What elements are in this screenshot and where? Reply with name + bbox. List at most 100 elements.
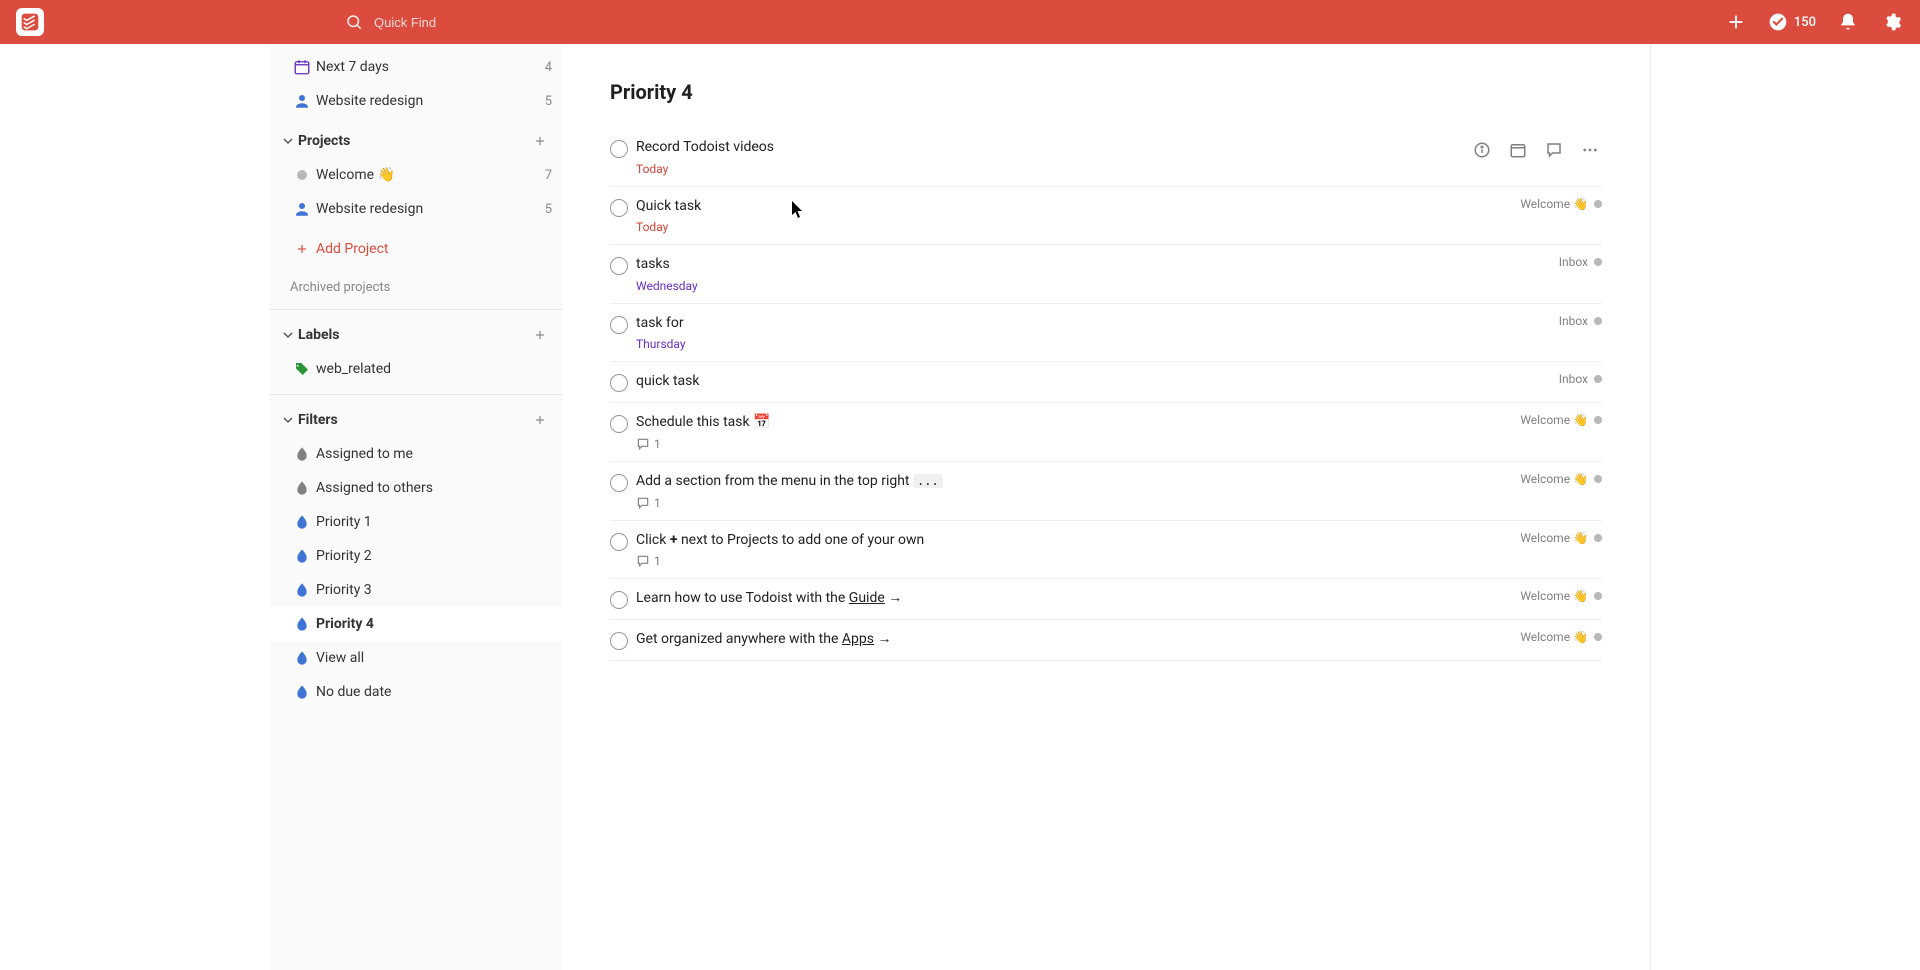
plus-icon	[288, 242, 316, 256]
task-row[interactable]: Get organized anywhere with the Apps →We…	[610, 620, 1602, 661]
task-more-icon[interactable]	[1578, 138, 1602, 162]
task-comment-count[interactable]: 1	[636, 496, 661, 510]
add-section-icon[interactable]	[528, 134, 552, 148]
task-row[interactable]: Schedule this task 📅1Welcome 👋	[610, 403, 1602, 462]
task-project-label[interactable]: Welcome 👋	[1520, 589, 1602, 603]
sidebar-project-welcome[interactable]: Welcome 👋 7	[270, 158, 562, 192]
task-row[interactable]: Quick taskTodayWelcome 👋	[610, 187, 1602, 246]
task-project-label[interactable]: Welcome 👋	[1520, 630, 1602, 644]
add-section-icon[interactable]	[528, 413, 552, 427]
code-chip: ...	[913, 474, 943, 488]
search-input[interactable]	[372, 14, 672, 31]
sidebar-item-label: Welcome 👋	[316, 167, 545, 183]
filter-drop-icon	[288, 446, 316, 462]
guide-link[interactable]: Guide	[849, 590, 885, 606]
task-due-date: Today	[636, 162, 668, 176]
sidebar-section-label: Projects	[298, 133, 528, 149]
task-project-label[interactable]: Welcome 👋	[1520, 531, 1602, 545]
sidebar-filter-priority-4[interactable]: Priority 4	[270, 607, 562, 641]
chevron-down-icon	[280, 330, 296, 340]
task-checkbox[interactable]	[610, 474, 628, 492]
sidebar-label-web-related[interactable]: web_related	[270, 352, 562, 386]
filter-drop-icon	[288, 548, 316, 564]
task-checkbox[interactable]	[610, 199, 628, 217]
sidebar-section-labels[interactable]: Labels	[270, 318, 562, 352]
sidebar-filter-priority-1[interactable]: Priority 1	[270, 505, 562, 539]
sidebar-item-count: 4	[545, 60, 552, 75]
task-comment-count[interactable]: 1	[636, 554, 661, 568]
sidebar-item-label: Priority 1	[316, 514, 552, 530]
todoist-logo-icon	[20, 12, 40, 32]
karma-button[interactable]: 150	[1768, 12, 1816, 32]
sidebar-filter-assigned-to-others[interactable]: Assigned to others	[270, 471, 562, 505]
add-project-button[interactable]: Add Project	[270, 232, 562, 266]
page-title: Priority 4	[610, 80, 1602, 104]
sidebar-item-label: Next 7 days	[316, 59, 545, 75]
task-comment-icon[interactable]	[1542, 138, 1566, 162]
shared-project-icon	[288, 92, 316, 110]
sidebar-filter-view-all[interactable]: View all	[270, 641, 562, 675]
sidebar-item-label: web_related	[316, 361, 552, 377]
task-title: task for	[636, 314, 1547, 334]
task-checkbox[interactable]	[610, 632, 628, 650]
task-info-icon[interactable]	[1470, 138, 1494, 162]
task-project-label[interactable]: Inbox	[1559, 372, 1602, 386]
chevron-down-icon	[280, 415, 296, 425]
task-row[interactable]: Click + next to Projects to add one of y…	[610, 521, 1602, 580]
sidebar-section-label: Labels	[298, 327, 528, 343]
task-row[interactable]: tasksWednesdayInbox	[610, 245, 1602, 304]
task-schedule-icon[interactable]	[1506, 138, 1530, 162]
sidebar-filter-no-due-date[interactable]: No due date	[270, 675, 562, 709]
task-row[interactable]: task forThursdayInbox	[610, 304, 1602, 363]
divider	[270, 309, 562, 310]
task-checkbox[interactable]	[610, 257, 628, 275]
sidebar-item-label: Priority 4	[316, 616, 552, 632]
task-project-label[interactable]: Inbox	[1559, 314, 1602, 328]
task-row[interactable]: Record Todoist videosToday	[610, 128, 1602, 187]
task-title: Quick task	[636, 197, 1508, 217]
archived-projects-link[interactable]: Archived projects	[270, 274, 562, 301]
task-checkbox[interactable]	[610, 533, 628, 551]
divider	[270, 394, 562, 395]
filter-drop-icon	[288, 582, 316, 598]
app-logo[interactable]	[16, 8, 44, 36]
sidebar-section-projects[interactable]: Projects	[270, 124, 562, 158]
task-title: quick task	[636, 372, 1547, 392]
task-title: Click + next to Projects to add one of y…	[636, 531, 1508, 551]
task-project-label[interactable]: Welcome 👋	[1520, 413, 1602, 427]
task-title: Add a section from the menu in the top r…	[636, 472, 1508, 492]
sidebar-section-filters[interactable]: Filters	[270, 403, 562, 437]
task-checkbox[interactable]	[610, 316, 628, 334]
task-checkbox[interactable]	[610, 374, 628, 392]
notifications-icon[interactable]	[1836, 10, 1860, 34]
task-project-label[interactable]: Inbox	[1559, 255, 1602, 269]
search-icon	[342, 10, 366, 34]
task-project-label[interactable]: Welcome 👋	[1520, 472, 1602, 486]
filter-drop-icon	[288, 684, 316, 700]
sidebar-filter-assigned-to-me[interactable]: Assigned to me	[270, 437, 562, 471]
quick-add-icon[interactable]	[1724, 10, 1748, 34]
task-checkbox[interactable]	[610, 591, 628, 609]
sidebar-filter-priority-3[interactable]: Priority 3	[270, 573, 562, 607]
task-row[interactable]: quick task Inbox	[610, 362, 1602, 403]
sidebar-item-label: Assigned to others	[316, 480, 552, 496]
task-checkbox[interactable]	[610, 415, 628, 433]
task-checkbox[interactable]	[610, 140, 628, 158]
sidebar-item-count: 5	[545, 202, 552, 217]
sidebar-item-website-redesign-top[interactable]: Website redesign 5	[270, 84, 562, 118]
task-row[interactable]: Add a section from the menu in the top r…	[610, 462, 1602, 521]
sidebar-item-label: Website redesign	[316, 201, 545, 217]
sidebar-project-website-redesign[interactable]: Website redesign 5	[270, 192, 562, 226]
task-row[interactable]: Learn how to use Todoist with the Guide …	[610, 579, 1602, 620]
task-project-label[interactable]: Welcome 👋	[1520, 197, 1602, 211]
apps-link[interactable]: Apps	[842, 631, 874, 647]
sidebar-item-label: Website redesign	[316, 93, 545, 109]
filter-drop-icon	[288, 616, 316, 632]
sidebar-item-next-7-days[interactable]: Next 7 days 4	[270, 50, 562, 84]
task-comment-count[interactable]: 1	[636, 437, 661, 451]
settings-icon[interactable]	[1880, 10, 1904, 34]
add-section-icon[interactable]	[528, 328, 552, 342]
sidebar-section-label: Filters	[298, 412, 528, 428]
sidebar-filter-priority-2[interactable]: Priority 2	[270, 539, 562, 573]
karma-count: 150	[1794, 15, 1816, 30]
